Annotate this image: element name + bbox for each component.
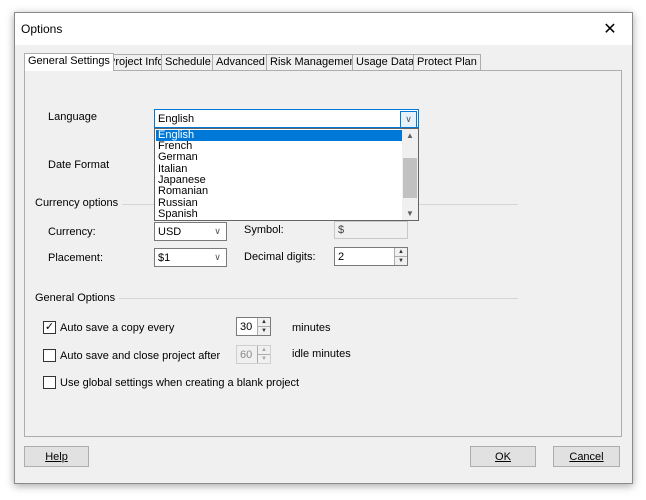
spin-down-icon[interactable]: ▼: [395, 257, 407, 265]
global-settings-checkbox[interactable]: [43, 376, 56, 389]
spin-up-icon[interactable]: ▲: [258, 318, 270, 327]
autoclose-label: Auto save and close project after: [60, 350, 221, 362]
cancel-button-label: Cancel: [569, 450, 604, 463]
symbol-field: $: [334, 221, 408, 239]
global-settings-label: Use global settings when creating a blan…: [60, 377, 300, 389]
currency-label: Currency:: [48, 226, 96, 238]
symbol-label: Symbol:: [244, 224, 284, 236]
spin-down-icon: ▼: [258, 355, 270, 363]
checkmark-icon: ✓: [44, 321, 55, 333]
decimal-digits-label: Decimal digits:: [244, 251, 316, 263]
options-dialog: Options ✕ General Settings Project Info …: [14, 12, 633, 484]
spin-down-icon[interactable]: ▼: [258, 327, 270, 335]
symbol-value: $: [338, 224, 345, 236]
language-combo[interactable]: English ∨: [154, 109, 419, 128]
tab-schedule[interactable]: Schedule: [161, 54, 215, 70]
help-button-label: Help: [45, 450, 68, 463]
tab-general-settings[interactable]: General Settings: [24, 53, 114, 71]
autosave-label: Auto save a copy every: [60, 322, 175, 334]
autosave-unit-label: minutes: [292, 322, 331, 334]
chevron-down-icon[interactable]: ∨: [400, 111, 417, 128]
decimal-digits-value: 2: [338, 251, 345, 263]
general-options-group-title: General Options: [35, 292, 120, 304]
chevron-down-icon: ∨: [214, 226, 221, 236]
placement-value: $1: [158, 252, 171, 264]
autoclose-checkbox[interactable]: [43, 349, 56, 362]
autosave-minutes-stepper[interactable]: 30 ▲ ▼: [236, 317, 271, 336]
decimal-digits-stepper[interactable]: 2 ▲ ▼: [334, 247, 408, 266]
tab-risk-management[interactable]: Risk Management: [266, 54, 363, 70]
language-dropdown-list[interactable]: English French German Italian Japanese R…: [154, 128, 419, 221]
spin-up-icon[interactable]: ▲: [395, 248, 407, 257]
date-format-label: Date Format: [48, 159, 110, 171]
currency-group-title: Currency options: [35, 197, 123, 209]
ok-button-label: OK: [495, 450, 511, 463]
close-button[interactable]: ✕: [588, 13, 632, 45]
placement-label: Placement:: [48, 252, 104, 264]
autoclose-minutes-stepper: 60 ▲ ▼: [236, 345, 271, 364]
general-settings-panel: Language English ∨ English French German…: [24, 70, 622, 437]
scroll-thumb[interactable]: [403, 158, 417, 198]
language-option-spanish[interactable]: Spanish: [156, 209, 403, 220]
language-option-german[interactable]: German: [156, 152, 403, 163]
cancel-button[interactable]: Cancel: [553, 446, 620, 467]
autosave-checkbox[interactable]: ✓: [43, 321, 56, 334]
dialog-title: Options: [21, 22, 63, 36]
chevron-down-icon: ∨: [214, 252, 221, 262]
scroll-up-icon[interactable]: ▲: [402, 129, 418, 142]
help-button[interactable]: Help: [24, 446, 89, 467]
language-option-romanian[interactable]: Romanian: [156, 186, 403, 197]
tab-advanced[interactable]: Advanced: [212, 54, 269, 70]
autosave-minutes-value: 30: [240, 321, 253, 333]
dropdown-scrollbar[interactable]: ▲ ▼: [402, 129, 418, 220]
autoclose-minutes-value: 60: [240, 349, 253, 361]
language-option-english[interactable]: English: [156, 130, 403, 141]
currency-value: USD: [158, 226, 182, 238]
title-bar: Options ✕: [15, 13, 632, 45]
close-icon: ✕: [603, 21, 617, 38]
tab-protect-plan[interactable]: Protect Plan: [413, 54, 481, 70]
autoclose-unit-label: idle minutes: [292, 348, 351, 360]
tab-usage-data[interactable]: Usage Data: [352, 54, 419, 70]
currency-select[interactable]: USD ∨: [154, 222, 227, 241]
language-value: English: [158, 113, 195, 125]
ok-button[interactable]: OK: [470, 446, 536, 467]
spin-up-icon: ▲: [258, 346, 270, 355]
language-label: Language: [48, 111, 97, 123]
placement-select[interactable]: $1 ∨: [154, 248, 227, 267]
scroll-down-icon[interactable]: ▼: [402, 207, 418, 220]
